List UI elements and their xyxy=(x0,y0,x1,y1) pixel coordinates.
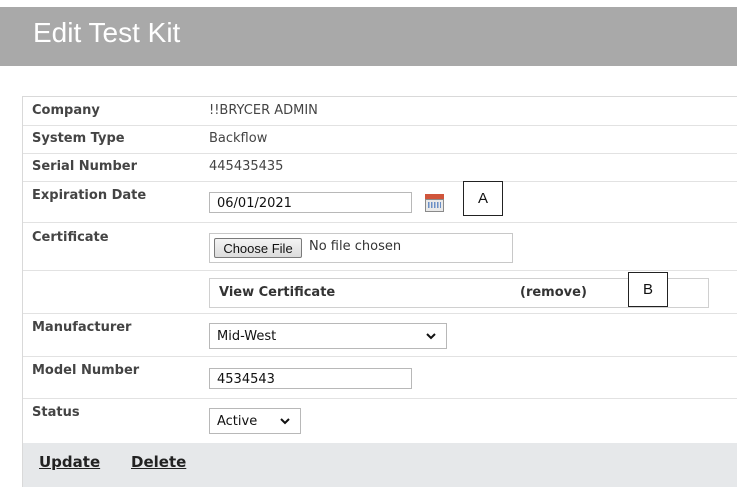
status-label: Status xyxy=(32,405,80,420)
page-title: Edit Test Kit xyxy=(33,17,181,48)
remove-certificate-link[interactable]: (remove) xyxy=(520,285,587,300)
manufacturer-selected-value: Mid-West xyxy=(217,329,277,344)
delete-link[interactable]: Delete xyxy=(131,453,186,471)
expiration-date-input[interactable]: 06/01/2021 xyxy=(209,192,412,213)
certificate-label: Certificate xyxy=(32,230,109,245)
manufacturer-label: Manufacturer xyxy=(32,320,132,335)
certificate-file-input[interactable]: Choose File No file chosen xyxy=(209,233,513,263)
calendar-icon[interactable] xyxy=(425,194,444,212)
status-select[interactable]: Active xyxy=(209,408,301,434)
serial-number-row: Serial Number 445435435 xyxy=(23,154,737,182)
chevron-down-icon xyxy=(280,418,290,425)
system-type-value: Backflow xyxy=(209,131,268,146)
serial-number-value: 445435435 xyxy=(209,159,284,174)
system-type-row: System Type Backflow xyxy=(23,126,737,154)
page-header: Edit Test Kit xyxy=(0,7,737,66)
model-number-label: Model Number xyxy=(32,363,140,378)
callout-a: A xyxy=(463,181,503,216)
form-actions-bar: Update Delete xyxy=(23,443,737,487)
choose-file-button[interactable]: Choose File xyxy=(214,238,302,258)
update-link[interactable]: Update xyxy=(39,453,100,471)
no-file-chosen-text: No file chosen xyxy=(309,239,402,254)
view-certificate-link[interactable]: View Certificate xyxy=(219,285,335,300)
company-value: !!BRYCER ADMIN xyxy=(209,103,318,118)
status-row: Status xyxy=(23,399,737,443)
company-label: Company xyxy=(32,103,100,118)
chevron-down-icon xyxy=(426,333,436,340)
expiration-date-label: Expiration Date xyxy=(32,188,147,203)
serial-number-label: Serial Number xyxy=(32,159,138,174)
status-selected-value: Active xyxy=(217,414,258,429)
manufacturer-select[interactable]: Mid-West xyxy=(209,323,447,349)
callout-b: B xyxy=(628,272,668,307)
company-row: Company !!BRYCER ADMIN xyxy=(23,97,737,126)
edit-test-kit-form: Company !!BRYCER ADMIN System Type Backf… xyxy=(22,96,737,487)
model-number-input[interactable]: 4534543 xyxy=(209,368,412,389)
system-type-label: System Type xyxy=(32,131,125,146)
